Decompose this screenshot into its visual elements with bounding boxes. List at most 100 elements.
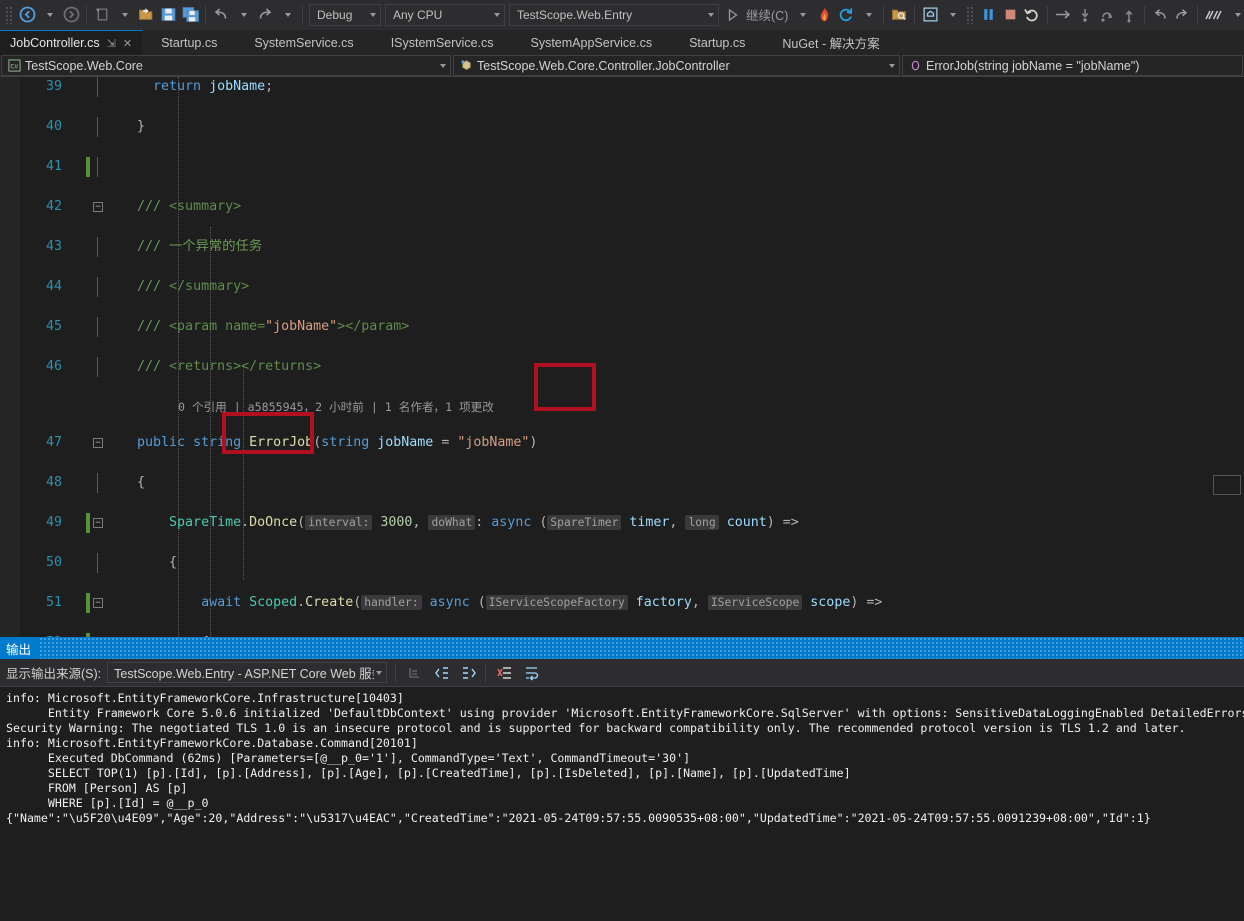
collapse-toggle[interactable]: −	[93, 438, 103, 448]
titlebar-grip[interactable]	[39, 637, 1244, 659]
solution-configuration-combo[interactable]: Debug	[309, 3, 381, 26]
toolbar-separator	[86, 5, 87, 24]
output-source-value: TestScope.Web.Entry - ASP.NET Core Web 服…	[114, 667, 375, 681]
tab-nuget-solution[interactable]: NuGet - 解决方案	[764, 30, 899, 55]
inlay-hint: IServiceScopeFactory	[485, 595, 628, 610]
diagnostics-dropdown[interactable]	[1226, 3, 1244, 27]
toolbar-separator	[883, 5, 885, 24]
chevron-down-icon	[122, 12, 128, 17]
step-over-icon[interactable]	[1096, 3, 1118, 27]
svg-text:C#: C#	[10, 63, 18, 70]
editor-tab-strip: JobController.cs ⇲ ✕ Startup.cs SystemSe…	[0, 30, 1244, 55]
continue-label[interactable]: 继续(C)	[743, 5, 791, 24]
type-label: TestScope.Web.Core.Controller.JobControl…	[477, 58, 730, 73]
member-dropdown[interactable]: ErrorJob(string jobName = "jobName")	[902, 55, 1243, 76]
new-item-icon[interactable]	[91, 3, 113, 27]
restart-debug-icon[interactable]	[1021, 3, 1043, 27]
tab-label: ISystemService.cs	[390, 35, 494, 50]
chevron-down-icon	[440, 63, 446, 68]
close-icon[interactable]: ✕	[123, 37, 132, 50]
redo-icon[interactable]	[254, 3, 276, 27]
hot-reload-icon[interactable]	[813, 3, 835, 27]
chevron-down-icon	[285, 12, 291, 17]
collapse-toggle[interactable]: −	[93, 598, 103, 608]
redo-history-icon[interactable]	[1171, 3, 1193, 27]
startup-project-combo[interactable]: TestScope.Web.Entry	[509, 3, 719, 26]
tab-label: JobController.cs	[10, 36, 100, 50]
change-bar	[86, 157, 90, 177]
undo-history-icon[interactable]	[1149, 3, 1171, 27]
output-toolbar: 显示输出来源(S): TestScope.Web.Entry - ASP.NET…	[0, 659, 1244, 687]
chevron-down-icon	[950, 12, 957, 17]
undo-icon[interactable]	[210, 3, 232, 27]
codelens-annotation[interactable]: 0 个引用 | a5855945，2 小时前 | 1 名作者，1 项更改	[178, 397, 494, 417]
find-message-source-icon[interactable]	[403, 662, 427, 684]
open-file-icon[interactable]	[135, 3, 157, 27]
debug-target-dropdown[interactable]	[941, 3, 963, 27]
output-source-label: 显示输出来源(S):	[6, 667, 102, 681]
tab-label: Startup.cs	[161, 35, 218, 50]
collapse-toggle[interactable]: −	[93, 518, 103, 528]
code-editor[interactable]: 39 return jobName; 40 } 41 42 − /// <sum…	[0, 77, 1244, 637]
save-icon[interactable]	[157, 3, 179, 27]
solution-configuration-label: Debug	[317, 7, 353, 22]
debug-target-icon[interactable]	[919, 3, 941, 27]
chevron-down-icon	[708, 12, 714, 17]
pause-icon[interactable]	[977, 3, 999, 27]
diagnostics-icon[interactable]	[1202, 3, 1226, 27]
undo-dropdown[interactable]	[232, 3, 254, 27]
toolbar-separator	[1144, 5, 1146, 24]
toggle-word-wrap-icon[interactable]	[520, 662, 544, 684]
pin-icon[interactable]: ⇲	[107, 37, 116, 50]
csharp-project-icon: C#	[7, 59, 21, 73]
continue-dropdown[interactable]	[791, 3, 813, 27]
go-to-next-message-icon[interactable]	[457, 662, 481, 684]
stop-icon[interactable]	[999, 3, 1021, 27]
toolbar-separator	[1047, 5, 1049, 24]
tab-label: NuGet - 解决方案	[782, 37, 880, 51]
tab-isystemservice[interactable]: ISystemService.cs	[373, 30, 513, 55]
tab-startup-1[interactable]: Startup.cs	[143, 30, 237, 55]
change-bar	[86, 633, 90, 637]
toolbar-grip[interactable]	[966, 5, 975, 24]
step-out-icon[interactable]	[1118, 3, 1140, 27]
inlay-hint: long	[685, 515, 719, 530]
collapse-toggle[interactable]: −	[93, 202, 103, 212]
navigate-back-dropdown[interactable]	[38, 3, 60, 27]
project-dropdown[interactable]: C# TestScope.Web.Core	[1, 55, 451, 76]
toolbar-grip[interactable]	[5, 5, 13, 24]
line-number: 50	[45, 555, 62, 570]
step-into-icon[interactable]	[1074, 3, 1096, 27]
type-dropdown[interactable]: TestScope.Web.Core.Controller.JobControl…	[453, 55, 900, 76]
navigate-back-button[interactable]	[16, 3, 38, 27]
toolbar-separator	[302, 5, 303, 24]
clear-pane-icon[interactable]	[493, 662, 517, 684]
tab-jobcontroller[interactable]: JobController.cs ⇲ ✕	[0, 30, 144, 55]
line-number: 49	[45, 515, 62, 530]
continue-button[interactable]	[721, 3, 743, 27]
line-number: 46	[45, 359, 62, 374]
browser-preview-icon[interactable]	[888, 3, 910, 27]
change-bar	[86, 513, 90, 533]
go-to-previous-message-icon[interactable]	[430, 662, 454, 684]
output-pane-titlebar[interactable]: 输出	[0, 637, 1244, 659]
line-number: 52	[20, 633, 62, 637]
tab-systemservice[interactable]: SystemService.cs	[236, 30, 373, 55]
navigate-forward-button[interactable]	[60, 3, 82, 27]
output-source-combo[interactable]: TestScope.Web.Entry - ASP.NET Core Web 服…	[107, 662, 388, 683]
solution-platform-combo[interactable]: Any CPU	[385, 3, 505, 26]
restart-app-icon[interactable]	[835, 3, 857, 27]
toolbar-separator	[914, 5, 916, 24]
output-log[interactable]: info: Microsoft.EntityFrameworkCore.Infr…	[0, 687, 1244, 921]
tab-systemappservice[interactable]: SystemAppService.cs	[513, 30, 672, 55]
save-all-icon[interactable]	[179, 3, 201, 27]
new-item-dropdown[interactable]	[113, 3, 135, 27]
tab-label: SystemAppService.cs	[530, 35, 653, 50]
step-continue-icon[interactable]	[1052, 3, 1074, 27]
output-pane: 输出 显示输出来源(S): TestScope.Web.Entry - ASP.…	[0, 637, 1244, 921]
chevron-down-icon	[494, 12, 500, 17]
line-number: 51	[45, 595, 62, 610]
restart-dropdown[interactable]	[857, 3, 879, 27]
redo-dropdown[interactable]	[276, 3, 298, 27]
tab-startup-2[interactable]: Startup.cs	[671, 30, 765, 55]
